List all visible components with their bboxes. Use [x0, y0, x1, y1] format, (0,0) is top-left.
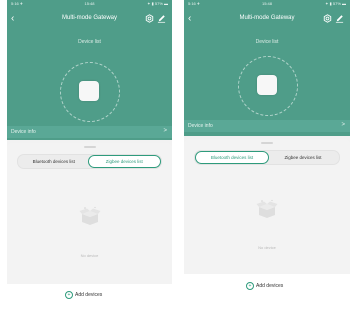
- device-sheet: Bluetooth devices list Zigbee devices li…: [7, 143, 172, 284]
- plus-circle-icon: +: [246, 282, 254, 290]
- header-panel: 5:16 ✈ 15:48 ✦ ▮ 57% ▬ ‹ Multi-mode Gate…: [184, 0, 350, 136]
- status-time: 15:48: [84, 1, 95, 6]
- empty-box-icon: [79, 206, 100, 225]
- tab-bluetooth[interactable]: Bluetooth devices list: [18, 155, 90, 168]
- gateway-device-icon[interactable]: [257, 75, 277, 95]
- phone-screen-left: 5:16 ✈ 15:48 ✦ ▮ 57% ▬ ‹ Multi-mode Gate…: [7, 0, 172, 284]
- gear-icon[interactable]: [323, 14, 332, 23]
- nav-bar: ‹ Multi-mode Gateway: [184, 11, 350, 27]
- device-list-heading: Device list: [78, 39, 101, 45]
- status-right: ✦ ▮ 57% ▬: [325, 1, 346, 6]
- empty-state-text: No device: [258, 245, 276, 250]
- tab-zigbee[interactable]: Zigbee devices list: [87, 155, 161, 168]
- status-bar: 5:16 ✈ 15:48 ✦ ▮ 57% ▬: [188, 1, 346, 8]
- add-devices-label: Add devices: [75, 292, 103, 298]
- sheet-handle[interactable]: [261, 142, 273, 144]
- empty-state-text: No device: [80, 253, 99, 258]
- gear-icon[interactable]: [145, 14, 154, 23]
- device-info-bar[interactable]: Device info >: [184, 120, 350, 132]
- nav-bar: ‹ Multi-mode Gateway: [7, 11, 172, 27]
- device-info-bar[interactable]: Device info >: [7, 126, 172, 138]
- list-tabs: Bluetooth devices list Zigbee devices li…: [17, 154, 162, 169]
- tab-bluetooth[interactable]: Bluetooth devices list: [195, 151, 269, 164]
- device-list-heading: Device list: [255, 39, 279, 45]
- list-tabs: Bluetooth devices list Zigbee devices li…: [194, 150, 340, 165]
- chevron-right-icon: >: [163, 128, 167, 134]
- plus-circle-icon: +: [65, 291, 73, 299]
- add-devices-button[interactable]: + Add devices: [246, 282, 283, 290]
- add-devices-label: Add devices: [256, 283, 284, 289]
- status-bar: 5:16 ✈ 15:48 ✦ ▮ 57% ▬: [11, 1, 168, 8]
- status-right: ✦ ▮ 57% ▬: [147, 1, 168, 6]
- status-time: 15:48: [261, 1, 272, 6]
- sheet-handle[interactable]: [83, 146, 96, 148]
- phone-screen-right: 5:16 ✈ 15:48 ✦ ▮ 57% ▬ ‹ Multi-mode Gate…: [184, 0, 350, 274]
- add-devices-button[interactable]: + Add devices: [65, 291, 102, 299]
- pencil-icon[interactable]: [335, 14, 344, 23]
- header-panel: 5:16 ✈ 15:48 ✦ ▮ 57% ▬ ‹ Multi-mode Gate…: [7, 0, 172, 140]
- device-info-label: Device info: [11, 129, 36, 135]
- empty-box-icon: [256, 199, 278, 218]
- device-sheet: Bluetooth devices list Zigbee devices li…: [184, 139, 350, 274]
- device-info-label: Device info: [188, 123, 213, 129]
- gateway-device-icon[interactable]: [79, 81, 99, 101]
- tab-zigbee[interactable]: Zigbee devices list: [267, 151, 339, 164]
- chevron-right-icon: >: [341, 122, 345, 128]
- pencil-icon[interactable]: [157, 14, 166, 23]
